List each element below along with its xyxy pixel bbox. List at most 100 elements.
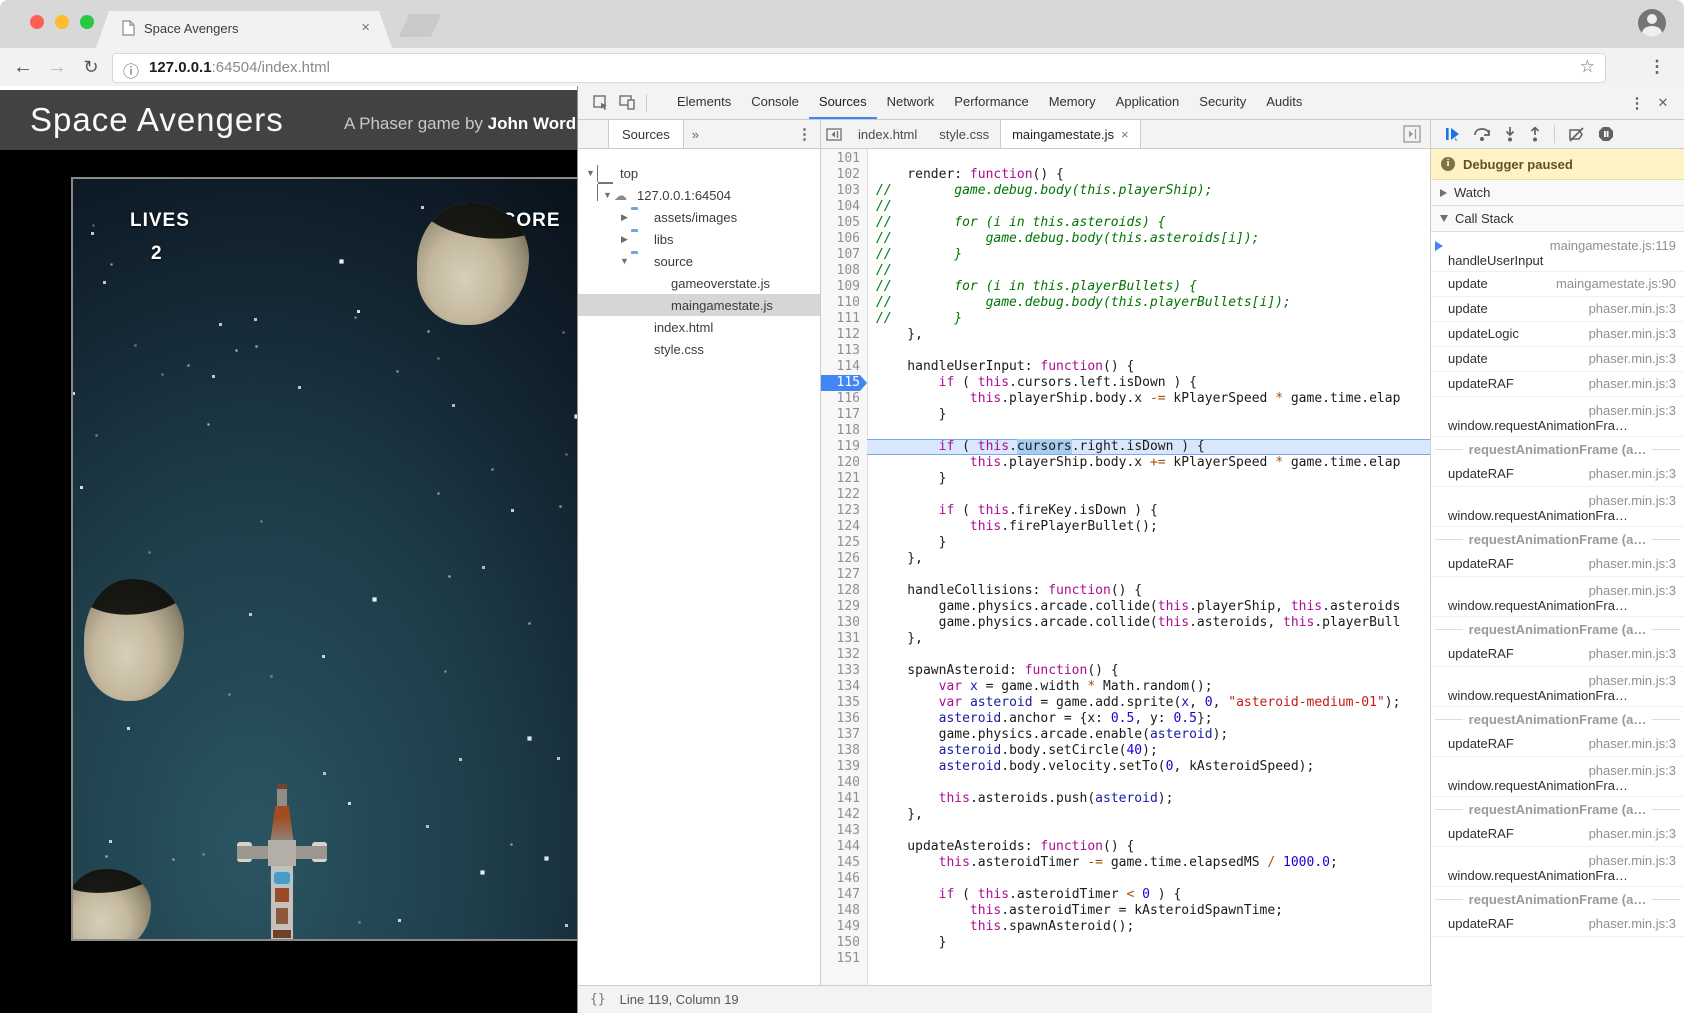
stack-frame-updateRAF[interactable]: phaser.min.js:3 updateRAF (1431, 462, 1684, 487)
line-number[interactable]: 105 (821, 215, 867, 231)
step-over-icon[interactable] (1473, 127, 1491, 141)
stack-frame-window-requestAnimationFra-[interactable]: phaser.min.js:3 window.requestAnimationFr… (1431, 667, 1684, 707)
line-number[interactable]: 146 (821, 871, 867, 887)
code-line-103[interactable]: 103 // game.debug.body(this.playerShip); (821, 183, 1430, 199)
line-number[interactable]: 134 (821, 679, 867, 695)
tree-expander-icon[interactable]: ▶ (618, 212, 631, 223)
file-tab-maingamestate.js[interactable]: maingamestate.js × (1000, 120, 1141, 148)
code-line-134[interactable]: 134 var x = game.width * Math.random(); (821, 679, 1430, 695)
navigator-menu-icon[interactable]: ⋮ (797, 120, 812, 148)
line-number[interactable]: 103 (821, 183, 867, 199)
code-line-120[interactable]: 120 this.playerShip.body.x += kPlayerSpe… (821, 455, 1430, 471)
code-line-136[interactable]: 136 asteroid.anchor = {x: 0.5, y: 0.5}; (821, 711, 1430, 727)
line-number[interactable]: 120 (821, 455, 867, 471)
line-number[interactable]: 107 (821, 247, 867, 263)
line-number[interactable]: 145 (821, 855, 867, 871)
line-number[interactable]: 136 (821, 711, 867, 727)
step-into-icon[interactable] (1504, 126, 1516, 142)
devtools-tab-console[interactable]: Console (741, 86, 809, 119)
code-line-145[interactable]: 145 this.asteroidTimer -= game.time.elap… (821, 855, 1430, 871)
pretty-print-icon[interactable]: {} (590, 992, 606, 1007)
bookmark-star-icon[interactable]: ☆ (1580, 57, 1595, 77)
code-line-109[interactable]: 109 // for (i in this.playerBullets) { (821, 279, 1430, 295)
pause-on-exceptions-icon[interactable] (1598, 126, 1614, 142)
stack-frame-window-requestAnimationFra-[interactable]: phaser.min.js:3 window.requestAnimationFr… (1431, 487, 1684, 527)
stack-frame-update[interactable]: maingamestate.js:90 update (1431, 272, 1684, 297)
reload-button[interactable]: ↻ (76, 52, 106, 82)
line-number[interactable]: 144 (821, 839, 867, 855)
devtools-tab-security[interactable]: Security (1189, 86, 1256, 119)
devtools-tab-audits[interactable]: Audits (1256, 86, 1312, 119)
devtools-menu-icon[interactable]: ⋮ (1626, 94, 1648, 112)
forward-button[interactable]: → (42, 52, 72, 82)
line-number[interactable]: 135 (821, 695, 867, 711)
code-line-140[interactable]: 140 (821, 775, 1430, 791)
stack-frame-updateRAF[interactable]: phaser.min.js:3 updateRAF (1431, 642, 1684, 667)
stack-frame-window-requestAnimationFra-[interactable]: phaser.min.js:3 window.requestAnimationFr… (1431, 847, 1684, 887)
code-line-146[interactable]: 146 (821, 871, 1430, 887)
preview-pane-icon[interactable] (1402, 124, 1422, 144)
tree-item-maingamestate.js[interactable]: maingamestate.js (578, 294, 820, 316)
file-tab-style.css[interactable]: style.css (928, 120, 1000, 148)
stack-frame-updateRAF[interactable]: phaser.min.js:3 updateRAF (1431, 822, 1684, 847)
stack-frame-update[interactable]: phaser.min.js:3 update (1431, 347, 1684, 372)
code-line-110[interactable]: 110 // game.debug.body(this.playerBullets… (821, 295, 1430, 311)
devtools-tab-performance[interactable]: Performance (944, 86, 1038, 119)
line-number[interactable]: 119 (821, 439, 867, 455)
hide-navigator-icon[interactable] (821, 120, 847, 148)
code-line-127[interactable]: 127 (821, 567, 1430, 583)
code-line-123[interactable]: 123 if ( this.fireKey.isDown ) { (821, 503, 1430, 519)
line-number[interactable]: 109 (821, 279, 867, 295)
devtools-tab-application[interactable]: Application (1106, 86, 1190, 119)
code-line-118[interactable]: 118 (821, 423, 1430, 439)
code-line-102[interactable]: 102 render: function() { (821, 167, 1430, 183)
more-panels-icon[interactable]: » (684, 120, 707, 148)
line-number[interactable]: 149 (821, 919, 867, 935)
code-line-133[interactable]: 133 spawnAsteroid: function() { (821, 663, 1430, 679)
line-number[interactable]: 121 (821, 471, 867, 487)
line-number[interactable]: 131 (821, 631, 867, 647)
line-number[interactable]: 140 (821, 775, 867, 791)
call-stack-section-header[interactable]: Call Stack (1431, 206, 1684, 232)
stack-frame-updateRAF[interactable]: phaser.min.js:3 updateRAF (1431, 912, 1684, 937)
code-line-143[interactable]: 143 (821, 823, 1430, 839)
code-line-147[interactable]: 147 if ( this.asteroidTimer < 0 ) { (821, 887, 1430, 903)
line-number[interactable]: 122 (821, 487, 867, 503)
line-number[interactable]: 129 (821, 599, 867, 615)
code-line-111[interactable]: 111 // } (821, 311, 1430, 327)
browser-menu-icon[interactable]: ⋮ (1644, 52, 1670, 82)
tree-item-source[interactable]: ▼ source (578, 250, 820, 272)
stack-frame-handleUserInput[interactable]: maingamestate.js:119 handleUserInput (1431, 232, 1684, 272)
code-line-101[interactable]: 101 (821, 151, 1430, 167)
tree-item-top[interactable]: ▼ top (578, 162, 820, 201)
code-line-149[interactable]: 149 this.spawnAsteroid(); (821, 919, 1430, 935)
code-line-137[interactable]: 137 game.physics.arcade.enable(asteroid)… (821, 727, 1430, 743)
line-number[interactable]: 108 (821, 263, 867, 279)
line-number[interactable]: 116 (821, 391, 867, 407)
line-number[interactable]: 133 (821, 663, 867, 679)
code-line-148[interactable]: 148 this.asteroidTimer = kAsteroidSpawnT… (821, 903, 1430, 919)
line-number[interactable]: 142 (821, 807, 867, 823)
breakpoint-line-number[interactable]: 115 (821, 375, 867, 391)
zoom-window-button[interactable] (80, 15, 94, 29)
line-number[interactable]: 118 (821, 423, 867, 439)
line-number[interactable]: 114 (821, 359, 867, 375)
line-number[interactable]: 101 (821, 151, 867, 167)
address-bar[interactable]: ⓘ 127.0.0.1:64504/index.html ☆ (112, 53, 1606, 83)
game-canvas[interactable]: LIVES 2 SCORE (71, 177, 577, 941)
line-number[interactable]: 148 (821, 903, 867, 919)
line-number[interactable]: 147 (821, 887, 867, 903)
line-number[interactable]: 106 (821, 231, 867, 247)
line-number[interactable]: 117 (821, 407, 867, 423)
stack-frame-updateRAF[interactable]: phaser.min.js:3 updateRAF (1431, 372, 1684, 397)
code-line-106[interactable]: 106 // game.debug.body(this.asteroids[i])… (821, 231, 1430, 247)
tree-item-assets-images[interactable]: ▶ assets/images (578, 206, 820, 228)
code-line-112[interactable]: 112 }, (821, 327, 1430, 343)
tree-item-style.css[interactable]: style.css (578, 338, 820, 360)
line-number[interactable]: 141 (821, 791, 867, 807)
line-number[interactable]: 150 (821, 935, 867, 951)
inspect-element-icon[interactable] (588, 91, 614, 115)
code-line-119[interactable]: 119 if ( this.cursors.right.isDown ) { (821, 439, 1430, 455)
navigator-sources-tab[interactable]: Sources (608, 120, 684, 148)
line-number[interactable]: 139 (821, 759, 867, 775)
